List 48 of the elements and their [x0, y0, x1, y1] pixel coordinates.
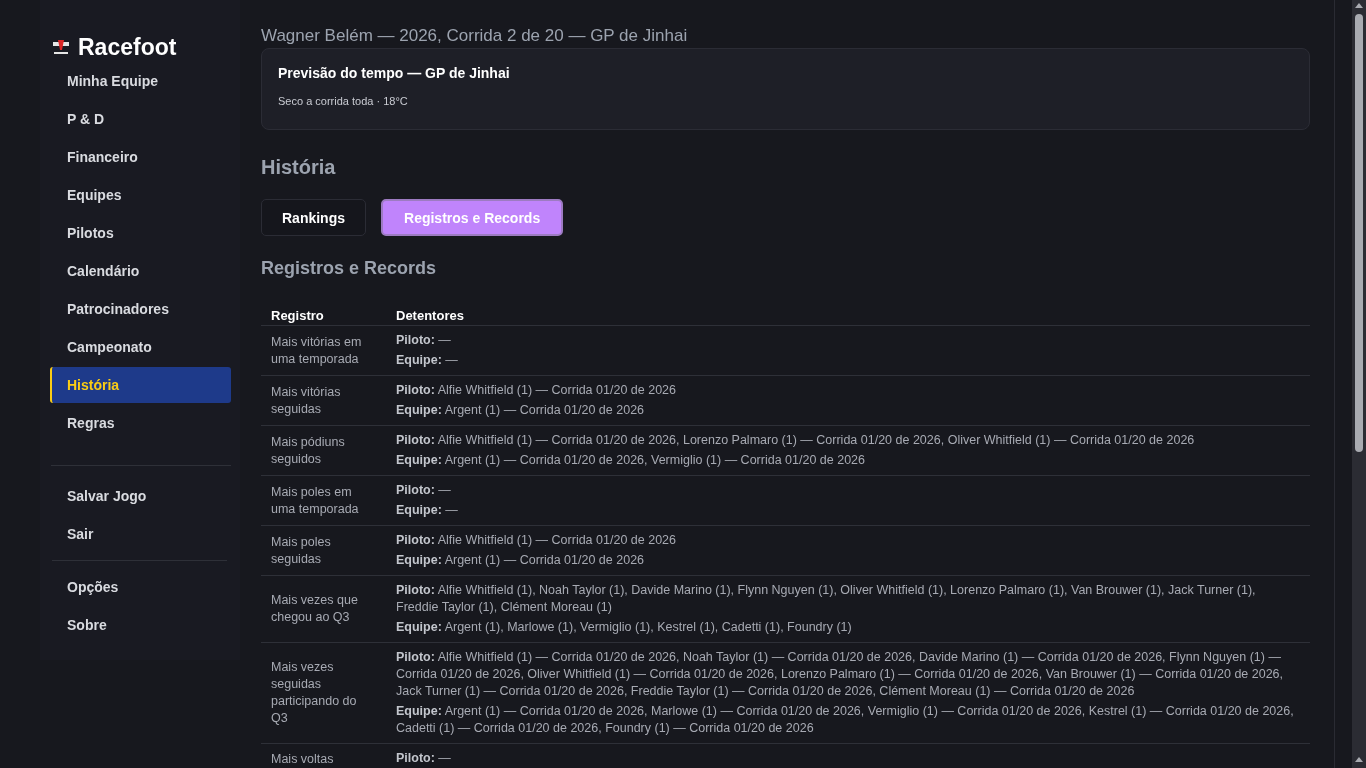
- app-logo: Racefoot: [78, 34, 177, 61]
- record-cell: Mais poles seguidas: [261, 525, 386, 576]
- weather-title: Previsão do tempo — GP de Jinhai: [278, 65, 511, 81]
- logo-icon: [52, 38, 70, 57]
- holder-line: Equipe: Argent (1) — Corrida 01/20 de 2026, Marlowe (1) — Corrida 01/20 de 2026, Vermiglio (1) — Corrida 01/20 de 2026, Kestrel (1) — Corrida 01/20 de 2026, Cadetti (1) — Corrida 01/20 de 2026, Foundry (1) — Corrida 01/20 de 2026: [396, 703, 1295, 737]
- record-cell: Mais vezes que chegou ao Q3: [261, 575, 386, 643]
- holder-line: Piloto: Alfie Whitfield (1), Noah Taylor (1), Davide Marino (1), Flynn Nguyen (1), Oliver Whitfield (1), Lorenzo Palmaro (1), Van Brouwer (1), Jack Turner (1), Freddie Taylor (1), Clément Moreau (1): [396, 582, 1257, 616]
- weather-text: Seco a corrida toda · 18°C: [278, 95, 409, 107]
- menu-action[interactable]: Sair: [50, 516, 231, 552]
- nav-item[interactable]: Equipes: [50, 177, 231, 213]
- record-cell: Mais voltas: [261, 743, 386, 768]
- nav-item[interactable]: Pilotos: [50, 215, 231, 251]
- record-cell: Mais vitórias em uma temporada: [261, 325, 386, 376]
- page-title: História: [261, 156, 337, 179]
- holder-line: Piloto: —: [396, 332, 452, 349]
- record-cell: Mais vitórias seguidas: [261, 375, 386, 426]
- holder-line: Equipe: —: [396, 502, 459, 519]
- nav-item[interactable]: Calendário: [50, 253, 231, 289]
- nav-item[interactable]: P & D: [50, 101, 231, 137]
- nav-item[interactable]: Opções: [50, 569, 231, 605]
- nav-item[interactable]: Minha Equipe: [50, 63, 231, 99]
- nav-item[interactable]: Campeonato: [50, 329, 231, 365]
- nav-item[interactable]: Financeiro: [50, 139, 231, 175]
- column-header: Registro: [261, 303, 386, 326]
- holder-line: Piloto: Alfie Whitfield (1) — Corrida 01/20 de 2026, Lorenzo Palmaro (1) — Corrida 01/20 de 2026, Oliver Whitfield (1) — Corrida 01/20 de 2026: [396, 432, 1196, 449]
- record-cell: Mais vezes seguidas participando do Q3: [261, 642, 386, 744]
- section-title: Registros e Records: [261, 258, 438, 279]
- tab[interactable]: Rankings: [261, 199, 366, 236]
- menu-action[interactable]: Salvar Jogo: [50, 478, 231, 514]
- column-header: Detentores: [386, 303, 1310, 326]
- nav-item[interactable]: Patrocinadores: [50, 291, 231, 327]
- holder-line: Piloto: —: [396, 482, 452, 499]
- scrollbar[interactable]: [1352, 0, 1366, 768]
- holder-line: Equipe: Argent (1), Marlowe (1), Vermiglio (1), Kestrel (1), Cadetti (1), Foundry (1): [396, 619, 853, 636]
- nav-item[interactable]: Sobre: [50, 607, 231, 643]
- holder-line: Equipe: Argent (1) — Corrida 01/20 de 2026: [396, 552, 646, 569]
- record-cell: Mais pódiuns seguidos: [261, 425, 386, 476]
- game-status: Wagner Belém — 2026, Corrida 2 de 20 — GP de Jinhai: [261, 26, 689, 46]
- holder-line: Equipe: Argent (1) — Corrida 01/20 de 2026: [396, 402, 646, 419]
- holder-line: Equipe: Argent (1) — Corrida 01/20 de 2026, Vermiglio (1) — Corrida 01/20 de 2026: [396, 452, 866, 469]
- holder-line: Piloto: Alfie Whitfield (1) — Corrida 01/20 de 2026, Noah Taylor (1) — Corrida 01/20 de 2026, Davide Marino (1) — Corrida 01/20 de 2026, Flynn Nguyen (1) — Corrida 01/20 de 2026, Oliver Whitfield (1) — Corrida 01/20 de 2026, Lorenzo Palmaro (1) — Corrida 01/20 de 2026, Van Brouwer (1) — Corrida 01/20 de 2026, Jack Turner (1) — Corrida 01/20 de 2026, Freddie Taylor (1) — Corrida 01/20 de 2026, Clément Moreau (1) — Corrida 01/20 de 2026: [396, 649, 1285, 700]
- nav-item[interactable]: História: [50, 367, 231, 403]
- holder-line: Piloto: Alfie Whitfield (1) — Corrida 01/20 de 2026: [396, 382, 677, 399]
- nav-item[interactable]: Regras: [50, 405, 231, 441]
- holder-line: Piloto: —: [396, 750, 452, 767]
- holder-line: Equipe: —: [396, 352, 459, 369]
- record-cell: Mais poles em uma temporada: [261, 475, 386, 526]
- holder-line: Piloto: Alfie Whitfield (1) — Corrida 01/20 de 2026: [396, 532, 677, 549]
